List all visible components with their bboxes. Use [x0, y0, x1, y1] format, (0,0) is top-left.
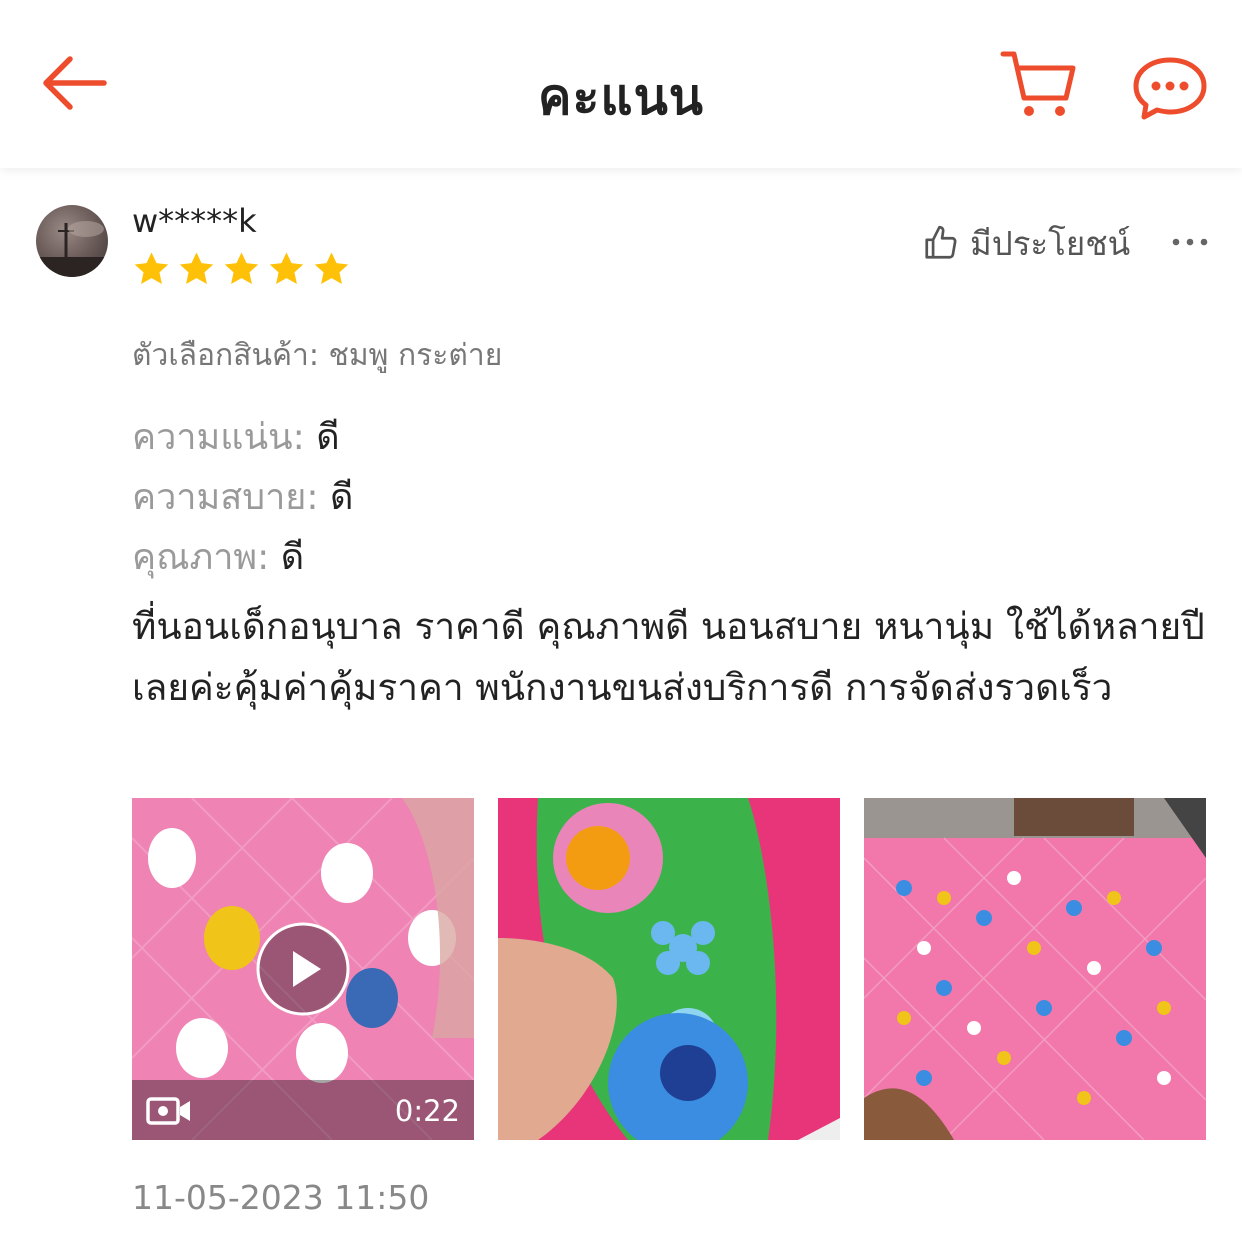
attribute-value: ดี — [329, 477, 354, 518]
star-icon — [134, 252, 169, 284]
review-photo-image — [498, 798, 840, 1140]
play-icon[interactable] — [255, 921, 351, 1017]
star-icon — [179, 252, 214, 284]
star-icon — [224, 252, 259, 284]
attribute-row: ความสบาย: ดี — [132, 468, 353, 525]
attribute-row: ความแน่น: ดี — [132, 408, 340, 465]
avatar-image — [36, 221, 108, 277]
video-info-bar: 0:22 — [132, 1080, 474, 1140]
review-video-thumbnail[interactable]: 0:22 — [132, 798, 474, 1140]
attribute-label: คุณภาพ: — [132, 537, 270, 578]
top-bar: คะแนน — [0, 0, 1242, 168]
attribute-label: ความแน่น: — [132, 417, 305, 458]
helpful-label: มีประโยชน์ — [970, 223, 1131, 263]
video-camera-icon — [146, 1097, 190, 1125]
cart-icon[interactable] — [1000, 48, 1078, 120]
helpful-button[interactable]: มีประโยชน์ — [922, 218, 1130, 268]
reviewer-name: w*****k — [132, 202, 257, 240]
attribute-value: ดี — [280, 537, 305, 578]
star-icon — [314, 252, 349, 284]
review-photo-thumbnail[interactable] — [498, 798, 840, 1140]
attribute-label: ความสบาย: — [132, 477, 319, 518]
chat-icon[interactable] — [1132, 56, 1208, 120]
rating-stars — [132, 250, 351, 292]
attribute-value: ดี — [316, 417, 340, 458]
star-icon — [269, 252, 304, 284]
avatar[interactable] — [36, 205, 108, 277]
product-variation: ตัวเลือกสินค้า: ชมพู กระต่าย — [132, 338, 503, 373]
review-timestamp: 11-05-2023 11:50 — [132, 1178, 430, 1217]
video-duration: 0:22 — [394, 1094, 460, 1128]
review-text: ที่นอนเด็กอนุบาล ราคาดี คุณภาพดี นอนสบาย… — [132, 605, 1205, 709]
attribute-row: คุณภาพ: ดี — [132, 528, 304, 585]
review-photo-image — [864, 798, 1206, 1140]
review-photo-thumbnail[interactable] — [864, 798, 1206, 1140]
more-options-icon[interactable] — [1170, 224, 1210, 260]
thumbs-up-icon — [925, 225, 957, 259]
